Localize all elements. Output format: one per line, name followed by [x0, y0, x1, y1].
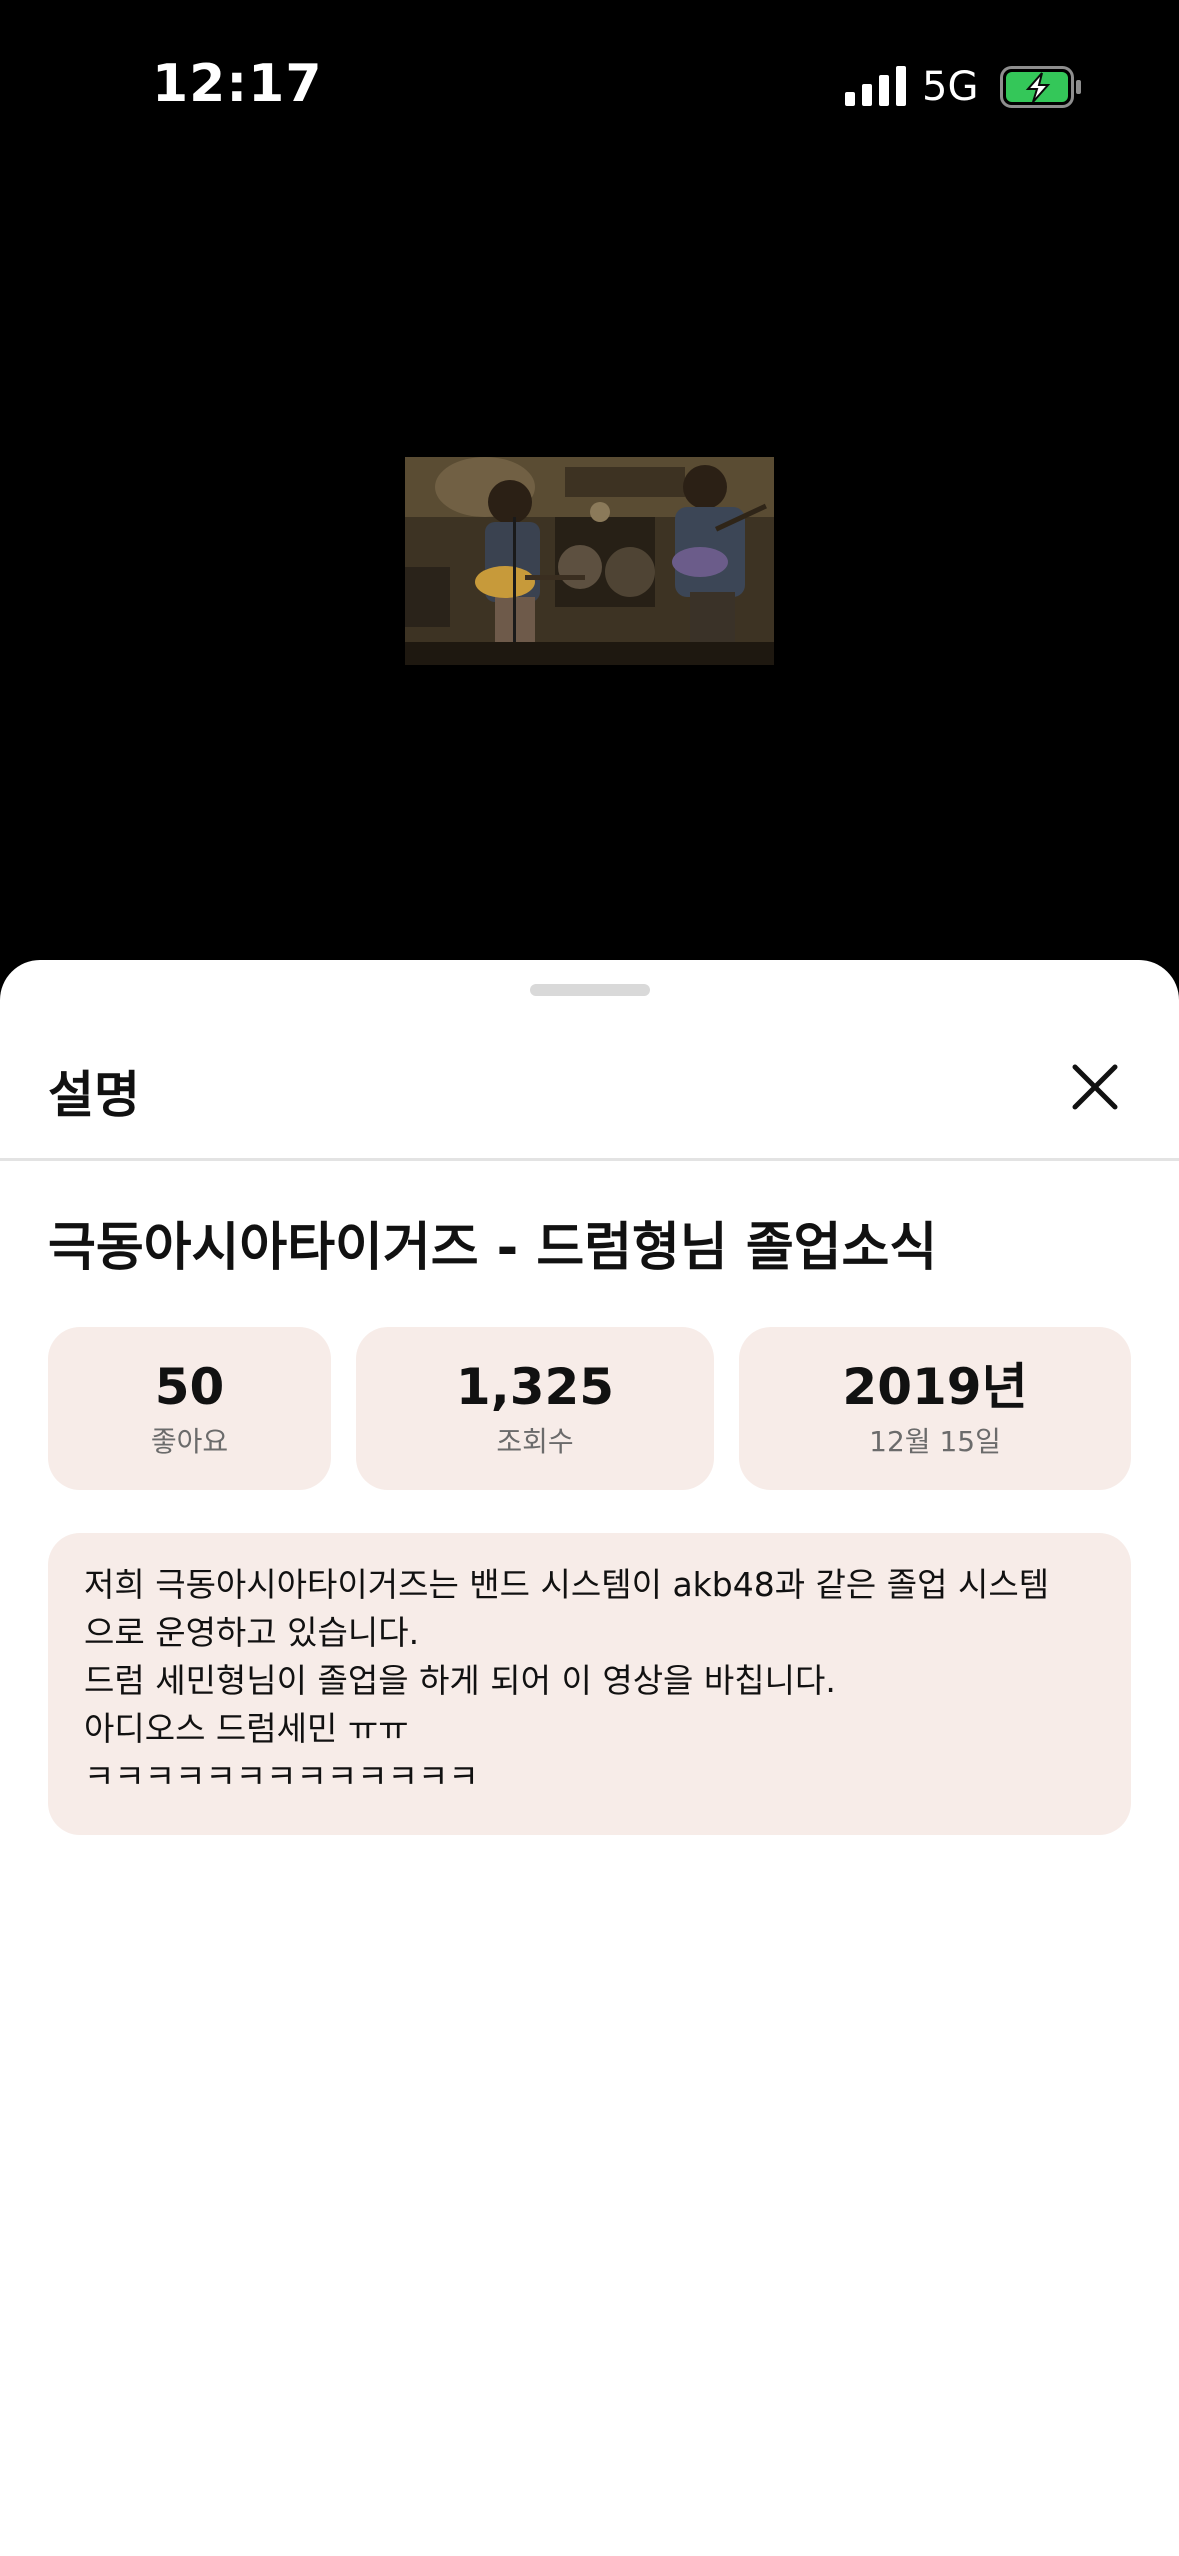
upload-month-day: 12월 15일: [869, 1424, 1001, 1458]
close-button[interactable]: [1060, 1052, 1130, 1122]
battery-charging-icon: [1000, 66, 1081, 108]
signal-bars-icon: [845, 66, 906, 106]
views-label: 조회수: [496, 1424, 574, 1458]
likes-stat: 50 좋아요: [48, 1327, 331, 1490]
views-value: 1,325: [455, 1357, 615, 1416]
sheet-title: 설명: [48, 1066, 140, 1124]
header-divider: [0, 1158, 1179, 1161]
status-bar: 12:17 5G: [0, 0, 1179, 170]
upload-year: 2019년: [842, 1357, 1028, 1416]
video-title: 극동아시아타이거즈 - 드럼형님 졸업소식: [48, 1218, 938, 1278]
views-stat: 1,325 조회수: [356, 1327, 714, 1490]
description-text: 저희 극동아시아타이거즈는 밴드 시스템이 akb48과 같은 졸업 시스템 으…: [84, 1565, 1050, 1796]
status-time: 12:17: [152, 54, 323, 114]
upload-date-stat: 2019년 12월 15일: [739, 1327, 1131, 1490]
sheet-grabber[interactable]: [530, 984, 650, 996]
description-box[interactable]: 저희 극동아시아타이거즈는 밴드 시스템이 akb48과 같은 졸업 시스템 으…: [48, 1533, 1131, 1835]
network-label: 5G: [922, 64, 979, 110]
band-performance-illustration: [405, 457, 774, 665]
likes-value: 50: [154, 1357, 225, 1416]
screen: 12:17 5G 설명 극동아시아타이거즈 - 드럼형님 졸업소식 50 좋아요…: [0, 0, 1179, 2556]
close-icon: [1072, 1064, 1118, 1110]
description-sheet: 설명 극동아시아타이거즈 - 드럼형님 졸업소식 50 좋아요 1,325 조회…: [0, 960, 1179, 2556]
video-player[interactable]: [0, 170, 1179, 960]
likes-label: 좋아요: [150, 1424, 229, 1458]
band-performance-thumbnail[interactable]: [405, 457, 774, 665]
